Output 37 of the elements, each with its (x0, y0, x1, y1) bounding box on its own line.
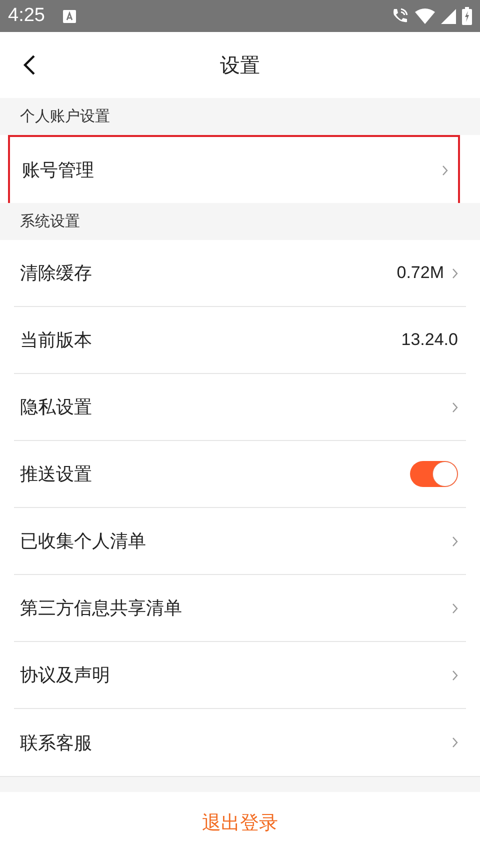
wifi-icon (415, 8, 435, 24)
settings-row[interactable]: 清除缓存 0.72M (14, 240, 466, 307)
row-label: 已收集个人清单 (20, 530, 147, 553)
chevron-icon (452, 737, 458, 748)
row-value: 13.24.0 (401, 330, 458, 350)
chevron-icon (452, 670, 458, 680)
section-header: 系统设置 (19, 211, 81, 232)
settings-row[interactable]: 隐私设置 (14, 374, 466, 441)
row-label: 账号管理 (22, 159, 95, 182)
row-label: 第三方信息共享清单 (20, 597, 183, 620)
settings-row[interactable]: 已收集个人清单 (14, 508, 466, 575)
row-label: 联系客服 (20, 732, 93, 754)
chevron-icon (452, 536, 458, 546)
row-label: 协议及声明 (20, 664, 111, 687)
row-value: 0.72M (396, 263, 444, 283)
row-label: 推送设置 (20, 463, 93, 486)
settings-row[interactable]: 账号管理 (8, 135, 460, 203)
chevron-icon (442, 164, 448, 176)
settings-row[interactable]: 第三方信息共享清单 (14, 575, 466, 642)
chevron-icon (452, 268, 458, 278)
wifi-call-icon (391, 7, 409, 25)
keyboard-notification-icon (62, 10, 76, 22)
battery-charging-icon (462, 7, 472, 25)
status-time: 4:25 (8, 5, 45, 27)
toggle-switch[interactable] (410, 461, 458, 487)
chevron-icon (452, 602, 458, 614)
row-label: 隐私设置 (20, 396, 93, 419)
settings-row[interactable]: 推送设置 (14, 441, 466, 508)
settings-row[interactable]: 当前版本 13.24.0 (14, 307, 466, 374)
section-header: 个人账户设置 (19, 106, 111, 127)
signal-icon (441, 8, 456, 24)
settings-row[interactable]: 协议及声明 (14, 642, 466, 709)
chevron-icon (452, 402, 458, 412)
page-title: 设置 (220, 52, 260, 78)
row-label: 当前版本 (20, 329, 93, 352)
settings-row[interactable]: 联系客服 (14, 709, 466, 776)
row-label: 清除缓存 (20, 262, 93, 285)
